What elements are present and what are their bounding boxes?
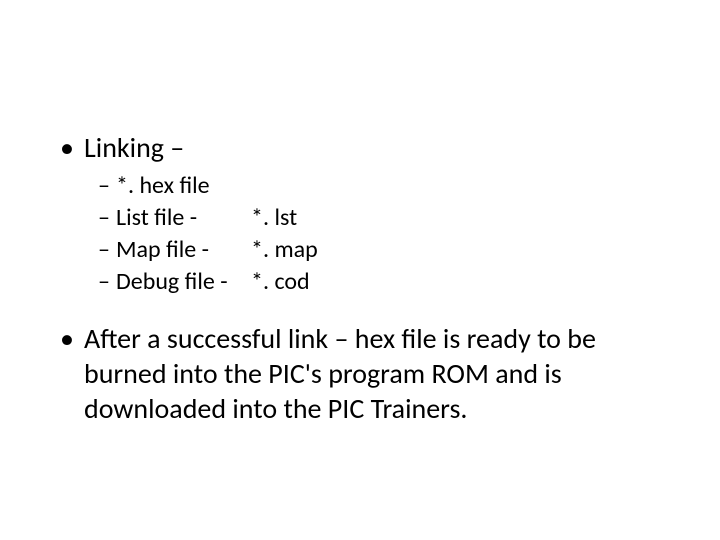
sub-item-label: List file -: [116, 203, 251, 233]
slide: Linking – *. hex file List file - *. lst: [0, 0, 720, 540]
sub-item-ext: *. map: [251, 235, 318, 265]
bullet-after-link: After a successful link – hex file is re…: [60, 321, 660, 426]
bullet-after-link-text: After a successful link – hex file is re…: [84, 321, 596, 426]
sub-item-debug: Debug file - *. cod: [98, 267, 660, 297]
sub-item-map: Map file - *. map: [98, 235, 660, 265]
sub-item-hex: *. hex file: [98, 171, 660, 201]
sub-item-ext: *. lst: [251, 203, 297, 233]
bullet-list-level2: *. hex file List file - *. lst Map file …: [84, 171, 660, 297]
sub-item-label: Map file -: [116, 235, 251, 265]
sub-item-label: *. hex file: [116, 171, 251, 201]
sub-item-ext: *. cod: [251, 267, 310, 297]
bullet-list-level1: Linking – *. hex file List file - *. lst: [60, 130, 660, 426]
sub-item-label: Debug file -: [116, 267, 251, 297]
bullet-linking: Linking – *. hex file List file - *. lst: [60, 130, 660, 297]
sub-item-list: List file - *. lst: [98, 203, 660, 233]
bullet-linking-title: Linking –: [84, 130, 184, 165]
